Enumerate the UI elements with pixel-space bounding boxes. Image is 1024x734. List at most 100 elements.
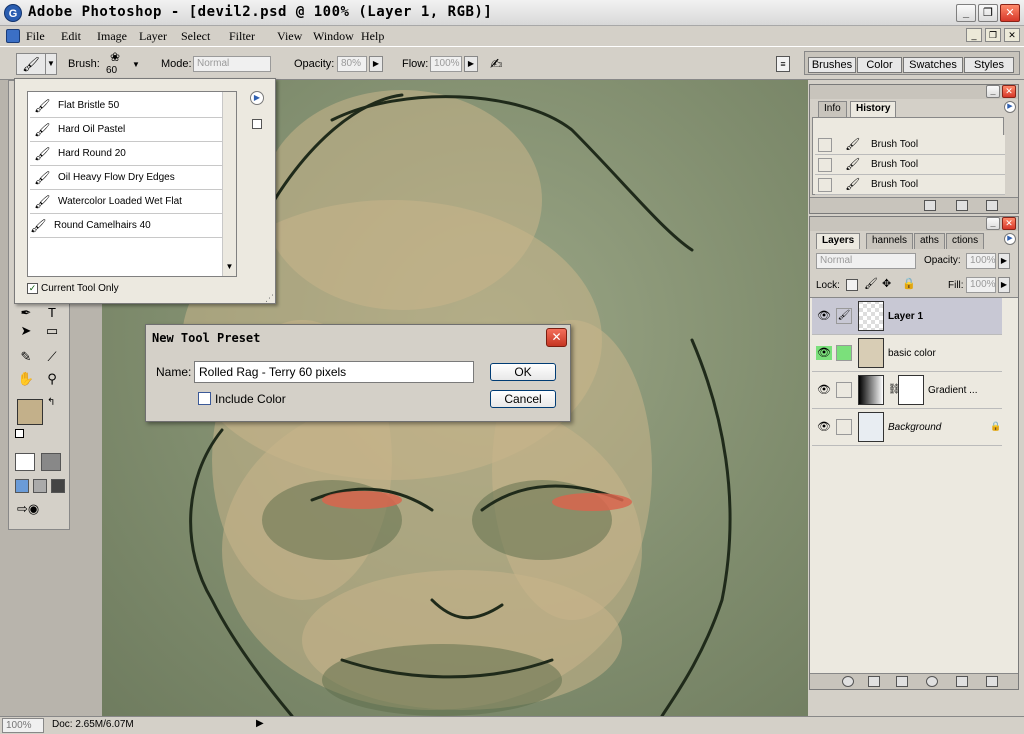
layers-panel-minimize[interactable]: _ [986,217,1000,230]
fill-arrow[interactable]: ▶ [998,277,1010,293]
layers-panel-close[interactable]: ✕ [1002,217,1016,230]
eye-icon[interactable]: 👁 [816,383,832,397]
opacity-arrow[interactable]: ▶ [369,56,383,72]
doc-close-button[interactable]: ✕ [1004,28,1020,42]
create-new-preset-icon[interactable] [252,119,262,129]
layer-row[interactable]: 👁 ⛓ Gradient ... [812,372,1002,409]
well-tab-color[interactable]: Color [857,57,902,73]
history-panel-close[interactable]: ✕ [1002,85,1016,98]
flow-field[interactable]: 100% [430,56,462,72]
adjustment-layer-icon[interactable] [926,676,938,687]
hand-tool-icon[interactable]: ✋ [15,369,37,389]
history-item[interactable]: 🖌 Brush Tool [815,135,1005,155]
doc-minimize-button[interactable]: _ [966,28,982,42]
eye-icon[interactable]: 👁 [816,420,832,434]
eye-icon[interactable]: 👁 [816,346,832,360]
brush-picker[interactable]: ❀ 60 [104,50,126,78]
trash-icon[interactable] [986,200,998,211]
layer-row[interactable]: 👁 🖌 Layer 1 [812,298,1002,335]
layer-thumbnail[interactable] [858,301,884,331]
menu-select[interactable]: Select [181,29,210,44]
current-tool-only-checkbox[interactable]: ✓ [27,283,38,294]
scroll-down-arrow[interactable]: ▼ [224,262,235,274]
lock-transparency-icon[interactable] [846,279,858,291]
tool-preset-item[interactable]: 🖌 Hard Round 20 [30,142,222,166]
tool-preset-item[interactable]: 🖌 Flat Bristle 50 [30,94,222,118]
status-menu-arrow[interactable]: ▶ [256,718,264,729]
rectangle-tool-icon[interactable]: ▭ [41,321,63,341]
layer-mask-thumbnail[interactable] [898,375,924,405]
delete-layer-icon[interactable] [986,676,998,687]
layer-thumbnail[interactable] [858,412,884,442]
menu-file[interactable]: File [26,29,45,44]
tool-preset-item[interactable]: 🖌 Watercolor Loaded Wet Flat [30,190,222,214]
lock-image-icon[interactable]: 🖌 [864,277,878,290]
layer-name[interactable]: Layer 1 [888,311,923,322]
popup-menu-icon[interactable]: ▶ [250,91,264,105]
include-color-checkbox[interactable] [198,392,211,405]
tab-channels[interactable]: hannels [866,233,914,249]
lock-all-icon[interactable]: 🔒 [902,277,916,290]
paintbrush-icon[interactable]: 🖌 [836,308,852,324]
tool-preset-item[interactable]: 🖌 Oil Heavy Flow Dry Edges [30,166,222,190]
notes-tool-icon[interactable]: ✎ [15,347,37,367]
standard-screen-mode-icon[interactable] [15,479,29,493]
airbrush-icon[interactable]: ✍ [490,55,503,73]
tool-preset-item[interactable]: 🖌 Round Camelhairs 40 [30,214,222,238]
link-box-icon[interactable] [836,419,852,435]
tab-actions[interactable]: ctions [946,233,985,249]
standard-mode-icon[interactable] [15,453,35,471]
link-box-icon[interactable] [836,382,852,398]
tool-preset-item[interactable]: 🖌 Hard Oil Pastel [30,118,222,142]
dialog-close-button[interactable]: ✕ [546,328,567,347]
close-window-button[interactable]: ✕ [1000,4,1020,22]
history-snapshot-box[interactable] [818,178,832,192]
history-item[interactable]: 🖌 Brush Tool [815,155,1005,175]
minimize-button[interactable]: _ [956,4,976,22]
new-layer-icon[interactable] [956,676,968,687]
pen-tool-icon[interactable]: ✒ [15,303,37,323]
eyedropper-tool-icon[interactable]: ⟋ [41,347,63,367]
layer-row[interactable]: 👁 basic color [812,335,1002,372]
layer-opacity-arrow[interactable]: ▶ [998,253,1010,269]
history-panel-minimize[interactable]: _ [986,85,1000,98]
menu-layer[interactable]: Layer [139,29,167,44]
full-screen-menu-mode-icon[interactable] [33,479,47,493]
menu-edit[interactable]: Edit [61,29,81,44]
menu-image[interactable]: Image [97,29,127,44]
jump-to-imageready-icon[interactable]: ⇨◉ [17,501,57,521]
resize-grip-icon[interactable]: ⋰ [265,293,274,304]
cancel-button[interactable]: Cancel [490,390,556,408]
default-colors-icon[interactable] [15,429,24,438]
tab-history[interactable]: History [850,101,897,117]
fill-field[interactable]: 100% [966,277,996,293]
tab-info[interactable]: Info [818,101,847,117]
document-icon[interactable] [6,29,20,43]
layer-name[interactable]: basic color [888,348,936,359]
history-item[interactable]: 🖌 Brush Tool [815,175,1005,195]
layer-thumbnail[interactable] [858,338,884,368]
photoshop-app-icon[interactable]: G [4,4,22,22]
lock-position-icon[interactable]: ✥ [882,277,891,290]
restore-button[interactable]: ❐ [978,4,998,22]
new-set-folder-icon[interactable] [896,676,908,687]
layer-name[interactable]: Gradient ... [928,385,977,396]
tool-preset-picker[interactable]: 🖌 [16,53,46,75]
menu-window[interactable]: Window [313,29,354,44]
full-screen-mode-icon[interactable] [51,479,65,493]
tab-layers[interactable]: Layers [816,233,861,249]
layer-name[interactable]: Background [888,422,941,433]
opacity-field[interactable]: 80% [337,56,367,72]
doc-restore-button[interactable]: ❐ [985,28,1001,42]
create-snapshot-icon[interactable] [956,200,968,211]
tool-preset-scrollbar[interactable]: ▼ [222,92,236,276]
history-menu-icon[interactable]: ▶ [1004,101,1016,113]
path-selection-tool-icon[interactable]: ➤ [15,321,37,341]
menu-view[interactable]: View [277,29,302,44]
layer-row[interactable]: 👁 Background 🔒 [812,409,1002,446]
well-tab-brushes[interactable]: Brushes [808,57,856,73]
ok-button[interactable]: OK [490,363,556,381]
quick-mask-mode-icon[interactable] [41,453,61,471]
well-tab-styles[interactable]: Styles [964,57,1014,73]
new-document-from-state-icon[interactable] [924,200,936,211]
